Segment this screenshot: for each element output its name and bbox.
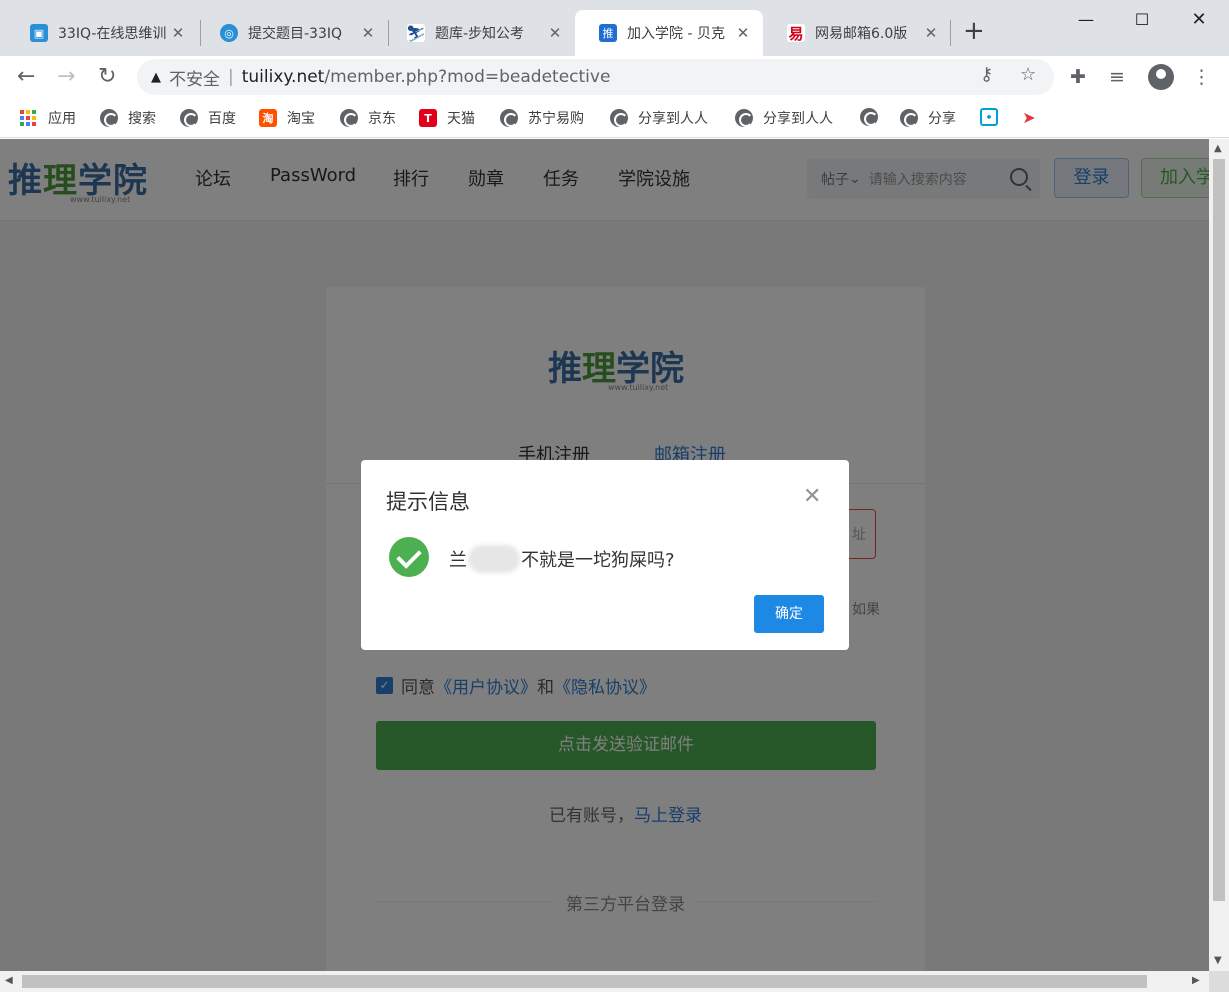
bookmark-label: 苏宁易购 <box>528 111 584 127</box>
taobao-icon: 淘 <box>259 109 277 127</box>
tab-title: 加入学院 - 贝克 <box>627 26 725 42</box>
globe-icon <box>900 109 918 127</box>
divider: | <box>228 67 234 87</box>
bookmark-item[interactable]: 京东 <box>340 108 396 128</box>
browser-tab[interactable]: ▣ 33IQ-在线思维训 ✕ <box>6 10 198 56</box>
red-arrow-icon: ➤ <box>1020 108 1038 127</box>
scroll-down-icon[interactable]: ▼ <box>1214 955 1222 966</box>
close-tab-icon[interactable]: ✕ <box>545 24 565 42</box>
tab-title: 提交题目-33IQ <box>248 26 343 42</box>
bookmark-item[interactable]: T 天猫 <box>419 108 475 128</box>
close-tab-icon[interactable]: ✕ <box>733 24 753 42</box>
bookmark-label: 应用 <box>48 111 76 127</box>
browser-tab-active[interactable]: 推 加入学院 - 贝克 ✕ <box>575 10 763 56</box>
star-icon[interactable]: ☆ <box>1020 64 1036 85</box>
menu-icon[interactable]: ⋮ <box>1192 66 1211 88</box>
close-tab-icon[interactable]: ✕ <box>358 24 378 42</box>
key-icon[interactable]: ⚷ <box>980 64 993 85</box>
netease-icon: 易 <box>787 24 805 43</box>
address-bar[interactable]: ▲ 不安全 | tuilixy.net /member.php?mod=bead… <box>137 59 1054 95</box>
new-tab-icon[interactable]: + <box>963 18 985 44</box>
globe-icon <box>180 109 198 127</box>
back-icon[interactable]: ← <box>17 63 35 91</box>
bookmark-label: 淘宝 <box>287 111 315 127</box>
bookmark-item[interactable]: 苏宁易购 <box>500 108 584 128</box>
close-tab-icon[interactable]: ✕ <box>168 24 188 42</box>
bookmark-item[interactable]: 分享 <box>900 108 956 128</box>
globe-icon <box>610 109 628 127</box>
buzhi-icon: ⛷ <box>405 23 427 43</box>
tab-title: 33IQ-在线思维训 <box>58 26 167 42</box>
tab-title: 网易邮箱6.0版 <box>815 26 908 42</box>
scroll-left-icon[interactable]: ◀ <box>5 975 13 986</box>
alert-dialog: 提示信息 ✕ 兰不就是一坨狗屎吗? 确定 <box>361 460 849 650</box>
globe-icon <box>500 109 518 127</box>
tmall-icon: T <box>419 109 437 127</box>
extensions-icon[interactable]: ✚ <box>1070 66 1086 88</box>
dialog-message: 兰不就是一坨狗屎吗? <box>449 545 675 573</box>
tab-title: 题库-步知公考 <box>435 26 525 42</box>
scrollbar-corner <box>1209 971 1229 992</box>
bookmark-item[interactable]: 百度 <box>180 108 236 128</box>
confirm-button[interactable]: 确定 <box>754 595 824 633</box>
browser-tab[interactable]: ◎ 提交题目-33IQ ✕ <box>196 10 388 56</box>
33iq-globe-icon: ◎ <box>220 24 238 42</box>
globe-icon <box>340 109 358 127</box>
scrollbar-thumb[interactable] <box>22 975 1147 988</box>
url-path: /member.php?mod=beadetective <box>324 67 611 87</box>
web-page: 推理学院 www.tuilixy.net 论坛 PassWord 排行 勋章 任… <box>0 139 1209 971</box>
bookmark-item[interactable]: ➤ <box>1020 108 1048 127</box>
security-label: 不安全 <box>169 69 220 90</box>
vertical-scrollbar[interactable]: ▲ ▼ <box>1209 139 1229 971</box>
bookmark-label: 天猫 <box>447 111 475 127</box>
bookmark-label: 分享到人人 <box>763 111 833 127</box>
scroll-up-icon[interactable]: ▲ <box>1214 143 1222 154</box>
horizontal-scrollbar[interactable]: ◀ ▶ <box>0 971 1209 992</box>
bookmark-item[interactable]: • <box>980 108 1008 126</box>
bookmark-label: 百度 <box>208 111 236 127</box>
bookmark-label: 京东 <box>368 111 396 127</box>
reload-icon[interactable]: ↻ <box>98 63 116 91</box>
media-queue-icon[interactable]: ≡ <box>1109 66 1125 88</box>
warning-icon: ▲ <box>151 69 161 85</box>
profile-avatar-icon[interactable] <box>1148 64 1174 90</box>
bookmark-item[interactable]: 分享到人人 <box>735 108 833 128</box>
bookmark-label: 搜索 <box>128 111 156 127</box>
url-host: tuilixy.net <box>241 67 325 87</box>
apps-grid-icon <box>20 110 36 126</box>
bookmarks-bar: 应用 搜索 百度 淘 淘宝 京东 T 天猫 苏宁易购 分享到人人 分享到人人 分… <box>0 98 1229 138</box>
browser-toolbar: ← → ↻ ▲ 不安全 | tuilixy.net /member.php?mo… <box>0 56 1229 98</box>
globe-icon <box>735 109 753 127</box>
close-tab-icon[interactable]: ✕ <box>921 24 941 42</box>
bookmark-item[interactable]: 分享到人人 <box>610 108 708 128</box>
redacted-text <box>468 545 520 573</box>
dialog-title: 提示信息 <box>386 490 470 514</box>
scrollbar-thumb[interactable] <box>1213 159 1225 901</box>
success-check-icon <box>389 537 429 577</box>
globe-icon <box>100 109 118 127</box>
forward-icon[interactable]: → <box>57 63 75 91</box>
bookmark-apps[interactable]: 应用 <box>20 108 76 128</box>
maximize-icon[interactable]: ☐ <box>1122 6 1162 34</box>
browser-tab-strip: ▣ 33IQ-在线思维训 ✕ ◎ 提交题目-33IQ ✕ ⛷ 题库-步知公考 ✕… <box>0 0 1229 56</box>
bookmark-item[interactable]: 搜索 <box>100 108 156 128</box>
browser-tab[interactable]: 易 网易邮箱6.0版 ✕ <box>763 10 951 56</box>
minimize-icon[interactable]: — <box>1066 6 1106 34</box>
globe-icon <box>860 108 878 126</box>
scroll-right-icon[interactable]: ▶ <box>1192 975 1200 986</box>
bookmark-item[interactable] <box>860 108 888 126</box>
bookmark-label: 分享 <box>928 111 956 127</box>
33iq-icon: ▣ <box>30 24 48 42</box>
bookmark-item[interactable]: 淘 淘宝 <box>259 108 315 128</box>
tuili-icon: 推 <box>599 24 617 42</box>
close-icon[interactable]: ✕ <box>803 486 821 508</box>
bilibili-icon: • <box>980 108 998 126</box>
close-window-icon[interactable]: ✕ <box>1179 6 1219 34</box>
bookmark-label: 分享到人人 <box>638 111 708 127</box>
browser-tab[interactable]: ⛷ 题库-步知公考 ✕ <box>383 10 575 56</box>
